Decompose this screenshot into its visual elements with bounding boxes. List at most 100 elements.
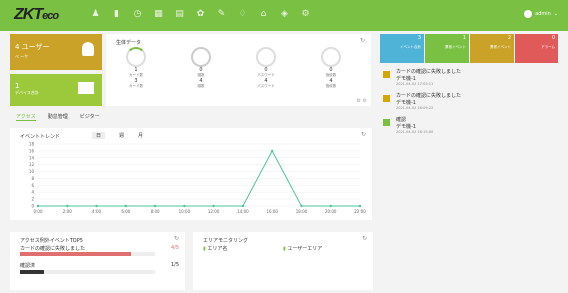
- alert-item[interactable]: カードの確認に失敗しました デモ機-1 2021-04-02 17:02:11: [380, 68, 560, 90]
- warning-icon: [383, 71, 390, 78]
- gear-icon[interactable]: ✿: [195, 9, 206, 20]
- fingerprint-icon: [321, 47, 341, 67]
- devices-sub: デバイス合計: [15, 90, 39, 95]
- shield-icon[interactable]: ◈: [279, 9, 290, 20]
- top5-bar: [20, 270, 155, 274]
- stat-alarm[interactable]: 0 アラーム: [515, 34, 558, 63]
- stat-abnormal[interactable]: 1 異常イベント: [425, 34, 469, 63]
- x-tick-label: 20:00: [325, 209, 337, 214]
- bulb-icon[interactable]: ♢: [237, 9, 248, 20]
- bio-face: 0 顔数 4 顔数: [171, 47, 231, 89]
- x-tick-label: 6:00: [121, 209, 130, 214]
- y-tick-label: 12: [29, 162, 35, 167]
- trend-point: [212, 204, 215, 208]
- refresh-icon[interactable]: ↻: [174, 235, 179, 242]
- area-col-users: ▮ ユーザーエリア: [283, 246, 323, 252]
- event-trend-chart: 1816 14 12 10 8 6 4 2 00:00 2:00 4:00 6:00 8:00 10:00…: [29, 142, 366, 215]
- card-icon: [126, 47, 146, 67]
- x-tick-label: 8:00: [151, 209, 160, 214]
- users-icon: [82, 42, 94, 56]
- users-sub: ベ ーサ: [15, 54, 29, 59]
- trend-point: [300, 204, 303, 208]
- trend-point: [270, 149, 274, 153]
- area-col-name: ▮ エリア名: [203, 246, 228, 252]
- chevron-down-icon: ⌄: [553, 11, 558, 17]
- top5-bar-fill: [20, 270, 45, 274]
- tab-access[interactable]: アクセス: [16, 113, 36, 121]
- bio-card: 1 カード数 3 カード数: [106, 47, 166, 89]
- clock-icon[interactable]: ◷: [132, 9, 143, 20]
- edit-icon[interactable]: ✎: [216, 9, 227, 20]
- trend-point: [124, 204, 128, 208]
- top5-bar: [20, 252, 155, 256]
- trend-point: [241, 204, 245, 208]
- grid-icon[interactable]: ▤: [174, 9, 185, 20]
- filter-week[interactable]: 週: [119, 132, 124, 139]
- check-icon: [383, 119, 390, 126]
- settings-icon[interactable]: ⚙: [300, 9, 311, 20]
- face-icon: [191, 47, 211, 67]
- x-tick-label: 14:00: [237, 209, 249, 214]
- x-tick-label: 22:00: [354, 209, 366, 214]
- filter-day[interactable]: 日: [92, 132, 106, 139]
- door-icon[interactable]: ▮: [111, 9, 122, 20]
- trend-point: [66, 204, 69, 208]
- filter-month[interactable]: 月: [138, 132, 143, 139]
- bio-fingerprint: 0 指紋数 4 指紋数: [301, 47, 361, 89]
- users-tile[interactable]: 4 ユーザー ベ ーサ: [10, 34, 102, 70]
- devices-count: 1: [15, 82, 20, 90]
- alert-item[interactable]: 確認 デモ機-1 2021-04-02 16:15:00: [380, 116, 560, 138]
- trend-point: [329, 204, 332, 208]
- users-count: 4 ユーザー: [15, 43, 50, 51]
- lock-icon[interactable]: ⌂: [258, 9, 269, 20]
- x-tick-label: 4:00: [92, 209, 101, 214]
- top5-value: 4/5: [170, 245, 179, 251]
- carousel-nav[interactable]: ⚙ ⚙: [356, 98, 367, 104]
- y-tick-label: 8: [31, 176, 34, 181]
- trend-point: [183, 204, 186, 208]
- devices-tile[interactable]: 1 デバイス合計: [10, 74, 102, 106]
- user-menu[interactable]: admin ⌄: [524, 10, 558, 18]
- top5-bar-fill: [20, 252, 131, 256]
- trend-point: [36, 204, 40, 208]
- tab-visitor[interactable]: ビジター: [80, 113, 100, 121]
- y-tick-label: 6: [31, 183, 34, 188]
- calendar-icon[interactable]: ▦: [153, 9, 164, 20]
- stat-warning[interactable]: 2 異常イベント: [470, 34, 514, 63]
- warning-icon: [383, 95, 390, 102]
- top-navbar: ZKTeco ♟ ▮ ◷ ▦ ▤ ✿ ✎ ♢ ⌂ ◈ ⚙ admin ⌄: [0, 0, 568, 31]
- refresh-icon[interactable]: ↻: [362, 235, 367, 242]
- top5-label: カードの確認に失敗しました: [20, 246, 86, 252]
- alert-item[interactable]: カードの確認に失敗しました デモ機-1 2021-04-02 16:09:22: [380, 92, 560, 114]
- top5-panel: アクセス例外イベントTOP5 ↻ カードの確認に失敗しました 4/5 確認済 1…: [10, 232, 185, 290]
- x-tick-label: 18:00: [296, 209, 308, 214]
- username: admin: [535, 11, 551, 17]
- top5-value: 1/5: [170, 262, 179, 268]
- bio-title: 生体データ: [116, 40, 142, 46]
- module-icons: ♟ ▮ ◷ ▦ ▤ ✿ ✎ ♢ ⌂ ◈ ⚙: [90, 9, 311, 20]
- y-tick-label: 14: [29, 155, 35, 160]
- y-tick-label: 16: [29, 148, 35, 153]
- trend-filters: 日 週 月: [92, 132, 143, 139]
- stat-total[interactable]: 3 イベント合計: [380, 34, 424, 63]
- tab-attendance[interactable]: 勤怠管理: [48, 113, 68, 121]
- x-tick-label: 12:00: [208, 209, 220, 214]
- trend-point: [95, 204, 98, 208]
- x-tick-label: 16:00: [266, 209, 278, 214]
- biometric-panel: 生体データ ↻ 1 カード数 3 カード数 0 顔数 4 顔数 0 パスワード 4 パスワー…: [106, 34, 371, 106]
- x-tick-label: 2:00: [63, 209, 72, 214]
- top5-title: アクセス例外イベントTOP5: [20, 238, 83, 244]
- trend-title: イベントトレンド: [20, 134, 61, 140]
- person-icon[interactable]: ♟: [90, 9, 101, 20]
- bio-password: 0 パスワード 4 パスワード: [236, 47, 296, 89]
- device-icon: [78, 82, 94, 94]
- refresh-icon[interactable]: ↻: [360, 37, 365, 44]
- top5-label: 確認済: [20, 263, 36, 269]
- event-trend-panel: イベントトレンド 日 週 月 ↻ 18 16 14 12 10 8 6 4 2 0 0:00 2:00…: [10, 128, 372, 220]
- area-monitor-panel: エリアモニタリング ↻ ▮ エリア名 ▮ ユーザーエリア: [193, 232, 373, 290]
- refresh-icon[interactable]: ↻: [361, 131, 366, 138]
- x-tick-label: 10:00: [179, 209, 191, 214]
- trend-point: [358, 204, 362, 208]
- y-tick-label: 2: [31, 197, 34, 202]
- x-tick-label: 0:00: [34, 209, 43, 214]
